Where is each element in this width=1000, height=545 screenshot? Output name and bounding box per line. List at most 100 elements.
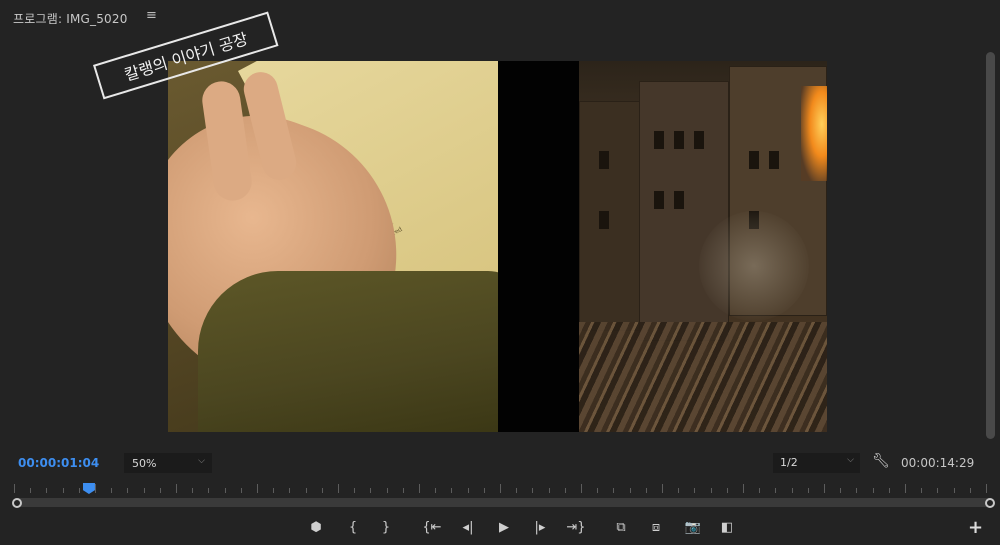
- zoom-level-select[interactable]: 50% ⌵: [124, 453, 212, 473]
- go-to-out-button[interactable]: ⇥}: [565, 518, 587, 538]
- ruler-tick: [208, 488, 210, 493]
- ruler-tick: [953, 488, 955, 493]
- ruler-tick: [354, 488, 356, 493]
- mark-out-button[interactable]: }: [375, 518, 397, 538]
- ruler-tick: [95, 484, 96, 493]
- panel-header: 프로그램: IMG_5020 ≡: [0, 0, 1000, 34]
- ruler-tick: [289, 488, 291, 493]
- ruler-tick: [775, 488, 777, 493]
- ruler-tick: [662, 484, 663, 493]
- ruler-tick: [710, 488, 712, 493]
- panel-title[interactable]: 프로그램: IMG_5020: [13, 10, 128, 27]
- ruler-tick: [564, 488, 566, 493]
- duration-timecode: 00:00:14:29: [901, 456, 975, 470]
- ruler-tick: [807, 488, 809, 493]
- wrench-icon[interactable]: 🔧︎: [872, 453, 890, 469]
- ruler-tick: [581, 484, 582, 493]
- sleeve: [198, 271, 528, 432]
- ruler-tick: [597, 488, 599, 493]
- button-editor-button[interactable]: +: [968, 518, 983, 538]
- ruler-tick: [726, 488, 728, 493]
- add-marker-button[interactable]: ⬢: [305, 518, 327, 538]
- ruler-tick: [905, 484, 906, 493]
- ruler-tick: [30, 488, 32, 493]
- ruler-tick: [321, 488, 323, 493]
- window: [694, 131, 704, 149]
- play-icon: ▶: [499, 520, 509, 535]
- window: [674, 191, 684, 209]
- window: [769, 151, 779, 169]
- window: [599, 211, 609, 229]
- ruler-tick: [62, 488, 64, 493]
- ruler-tick: [872, 488, 874, 493]
- step-back-button[interactable]: ◂|: [457, 518, 479, 538]
- smoke: [699, 211, 809, 321]
- ruler-tick: [419, 484, 420, 493]
- ruler-tick: [111, 488, 113, 493]
- mark-in-icon: {: [348, 520, 358, 535]
- ruler-tick: [856, 488, 858, 493]
- lift-button[interactable]: ⧉: [610, 518, 632, 538]
- ruler-tick: [921, 488, 923, 493]
- window: [749, 151, 759, 169]
- video-frame-left: we ago, forthat of the goodme a hopeless…: [168, 61, 600, 432]
- zoom-handle-right[interactable]: [985, 498, 995, 508]
- ruler-tick: [143, 488, 145, 493]
- ruler-tick: [386, 488, 388, 493]
- step-back-icon: ◂|: [462, 520, 474, 535]
- hamburger-icon[interactable]: ≡: [146, 8, 157, 23]
- video-gap: [498, 61, 579, 432]
- go-to-in-button[interactable]: {⇤: [421, 518, 443, 538]
- extract-icon: ⧈: [651, 520, 661, 535]
- ruler-tick: [14, 484, 15, 493]
- ruler-tick: [824, 484, 825, 493]
- time-ruler[interactable]: [0, 478, 1000, 512]
- ruler-tick: [532, 488, 534, 493]
- extract-button[interactable]: ⧈: [645, 518, 667, 538]
- zoom-level-value: 50%: [132, 457, 157, 470]
- ruler-tick: [46, 488, 48, 493]
- ruler-tick: [451, 488, 453, 493]
- ruler-tick: [78, 488, 80, 493]
- export-frame-button[interactable]: 📷: [682, 518, 704, 538]
- vertical-scrollbar[interactable]: [986, 52, 995, 439]
- current-timecode[interactable]: 00:00:01:04: [18, 456, 99, 470]
- window: [654, 191, 664, 209]
- lift-icon: ⧉: [616, 520, 626, 535]
- ruler-tick: [240, 488, 242, 493]
- ruler-tick: [694, 488, 696, 493]
- ruler-tick: [257, 484, 258, 493]
- ruler-tick: [678, 488, 680, 493]
- playback-resolution-select[interactable]: 1/2 ⌵: [773, 453, 860, 473]
- program-monitor-viewer[interactable]: we ago, forthat of the goodme a hopeless…: [168, 61, 827, 432]
- step-forward-button[interactable]: |▸: [529, 518, 551, 538]
- ruler-tick: [305, 488, 307, 493]
- mark-in-button[interactable]: {: [342, 518, 364, 538]
- ruler-tick: [127, 488, 129, 493]
- ruler-tick: [937, 488, 939, 493]
- mark-out-icon: }: [381, 520, 391, 535]
- resolution-value: 1/2: [780, 456, 798, 469]
- ruler-tick: [516, 488, 518, 493]
- ruler-tick: [645, 488, 647, 493]
- window: [654, 131, 664, 149]
- play-button[interactable]: ▶: [493, 518, 515, 538]
- ruler-tick: [759, 488, 761, 493]
- comparison-view-button[interactable]: ◧: [716, 518, 738, 538]
- window: [599, 151, 609, 169]
- camera-icon: 📷: [684, 520, 702, 535]
- ruler-tick: [986, 484, 987, 493]
- step-forward-icon: |▸: [534, 520, 546, 535]
- ruler-tick: [467, 488, 469, 493]
- rubble: [579, 322, 827, 432]
- ruler-tick: [273, 488, 275, 493]
- zoom-handle-left[interactable]: [12, 498, 22, 508]
- ruler-tick: [613, 488, 615, 493]
- ruler-ticks: [14, 484, 987, 496]
- zoom-scroll-bar[interactable]: [18, 498, 990, 507]
- chevron-down-icon: ⌵: [847, 455, 854, 465]
- window: [674, 131, 684, 149]
- go-to-out-icon: ⇥}: [566, 520, 586, 535]
- ruler-tick: [370, 488, 372, 493]
- ruler-tick: [840, 488, 842, 493]
